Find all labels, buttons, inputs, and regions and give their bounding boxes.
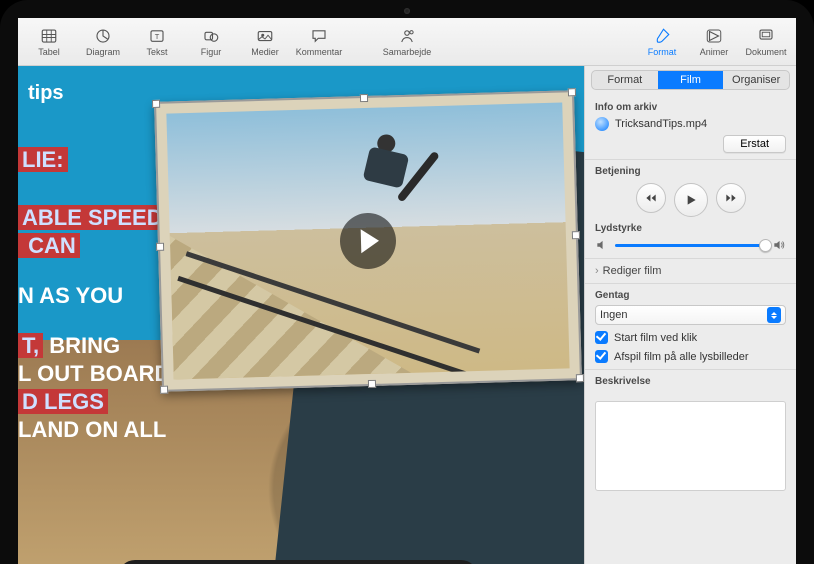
description-textarea[interactable]: [595, 401, 786, 491]
toolbar-tekst-label: Tekst: [146, 47, 167, 57]
tab-film[interactable]: Film: [658, 71, 724, 89]
play-all-slides-label: Afspil film på alle lysbilleder: [614, 351, 749, 363]
replace-button[interactable]: Erstat: [723, 135, 786, 153]
play-icon: [683, 192, 699, 208]
comment-icon: [309, 27, 329, 45]
resize-handle[interactable]: [568, 88, 576, 96]
volume-high-icon: [772, 238, 786, 252]
start-on-click-checkbox[interactable]: [595, 331, 608, 344]
toolbar-format[interactable]: Format: [636, 20, 688, 64]
slide-text-block: LIE: ABLE SPEED CAN N AS YOU T, BRING L …: [18, 146, 170, 444]
toolbar: Tabel Diagram T Tekst Figur Medier: [18, 18, 796, 66]
toolbar-left-group: Tabel Diagram T Tekst Figur Medier: [22, 20, 346, 64]
repeat-heading: Gentag: [595, 290, 786, 301]
toolbar-dokument[interactable]: Dokument: [740, 20, 792, 64]
select-arrows-icon: [767, 307, 781, 323]
edit-film-label: Rediger film: [603, 265, 662, 277]
laptop-camera: [404, 8, 410, 14]
resize-handle[interactable]: [572, 231, 580, 239]
repeat-select[interactable]: Ingen: [595, 305, 786, 325]
volume-low-icon: [595, 238, 609, 252]
inspector-tabs: Format Film Organiser: [591, 70, 790, 90]
toolbar-figur[interactable]: Figur: [184, 20, 238, 64]
resize-handle[interactable]: [576, 374, 584, 382]
repeat-value: Ingen: [600, 309, 628, 321]
resize-handle[interactable]: [368, 380, 376, 388]
forward-button[interactable]: [716, 183, 746, 213]
play-button[interactable]: [674, 183, 708, 217]
rewind-icon: [644, 191, 658, 205]
toolbar-diagram-label: Diagram: [86, 47, 120, 57]
volume-slider[interactable]: [615, 244, 766, 247]
volume-heading: Lydstyrke: [595, 223, 786, 234]
bg-skateboard: [118, 560, 478, 564]
toolbar-tabel[interactable]: Tabel: [22, 20, 76, 64]
toolbar-diagram[interactable]: Diagram: [76, 20, 130, 64]
chevron-right-icon: ›: [595, 265, 599, 277]
toolbar-medier-label: Medier: [251, 47, 279, 57]
controls-heading: Betjening: [595, 166, 786, 177]
edit-film-disclosure[interactable]: › Rediger film: [595, 261, 786, 281]
repeat-section: Gentag Ingen Start film ved klik Afspil …: [585, 284, 796, 370]
toolbar-medier[interactable]: Medier: [238, 20, 292, 64]
toolbar-dokument-label: Dokument: [745, 47, 786, 57]
animate-icon: [704, 27, 724, 45]
toolbar-samarbejde-label: Samarbejde: [383, 47, 432, 57]
description-heading: Beskrivelse: [595, 376, 786, 387]
svg-text:T: T: [155, 32, 160, 41]
quicktime-icon: [595, 117, 609, 131]
file-name: TricksandTips.mp4: [615, 118, 707, 130]
tab-organiser[interactable]: Organiser: [723, 71, 789, 89]
paintbrush-icon: [652, 27, 672, 45]
collaborate-icon: [397, 27, 417, 45]
play-all-slides-checkbox[interactable]: [595, 350, 608, 363]
slide-canvas[interactable]: tips LIE: ABLE SPEED CAN N AS YOU T, BRI…: [18, 66, 584, 564]
resize-handle[interactable]: [152, 100, 160, 108]
slide-heading: LIE:: [18, 147, 68, 172]
toolbar-tekst[interactable]: T Tekst: [130, 20, 184, 64]
file-info-section: Info om arkiv TricksandTips.mp4 Erstat: [585, 96, 796, 160]
start-on-click-label: Start film ved klik: [614, 332, 697, 344]
table-icon: [39, 27, 59, 45]
toolbar-tabel-label: Tabel: [38, 47, 60, 57]
controls-section: Betjening Lydstyrke: [585, 160, 796, 259]
slide-badge: tips: [18, 76, 74, 112]
toolbar-format-label: Format: [648, 47, 677, 57]
toolbar-samarbejde[interactable]: Samarbejde: [380, 20, 434, 64]
app-window: Tabel Diagram T Tekst Figur Medier: [18, 18, 796, 564]
inspector-panel: Format Film Organiser Info om arkiv Tric…: [584, 66, 796, 564]
text-icon: T: [147, 27, 167, 45]
shape-icon: [201, 27, 221, 45]
chart-icon: [93, 27, 113, 45]
resize-handle[interactable]: [160, 386, 168, 394]
toolbar-animer-label: Animer: [700, 47, 729, 57]
toolbar-figur-label: Figur: [201, 47, 222, 57]
toolbar-kommentar[interactable]: Kommentar: [292, 20, 346, 64]
forward-icon: [724, 191, 738, 205]
rewind-button[interactable]: [636, 183, 666, 213]
video-object[interactable]: [154, 90, 582, 392]
media-icon: [255, 27, 275, 45]
document-icon: [756, 27, 776, 45]
toolbar-kommentar-label: Kommentar: [296, 47, 343, 57]
resize-handle[interactable]: [156, 243, 164, 251]
resize-handle[interactable]: [360, 94, 368, 102]
toolbar-animer[interactable]: Animer: [688, 20, 740, 64]
file-info-heading: Info om arkiv: [595, 102, 786, 113]
tab-format[interactable]: Format: [592, 71, 658, 89]
